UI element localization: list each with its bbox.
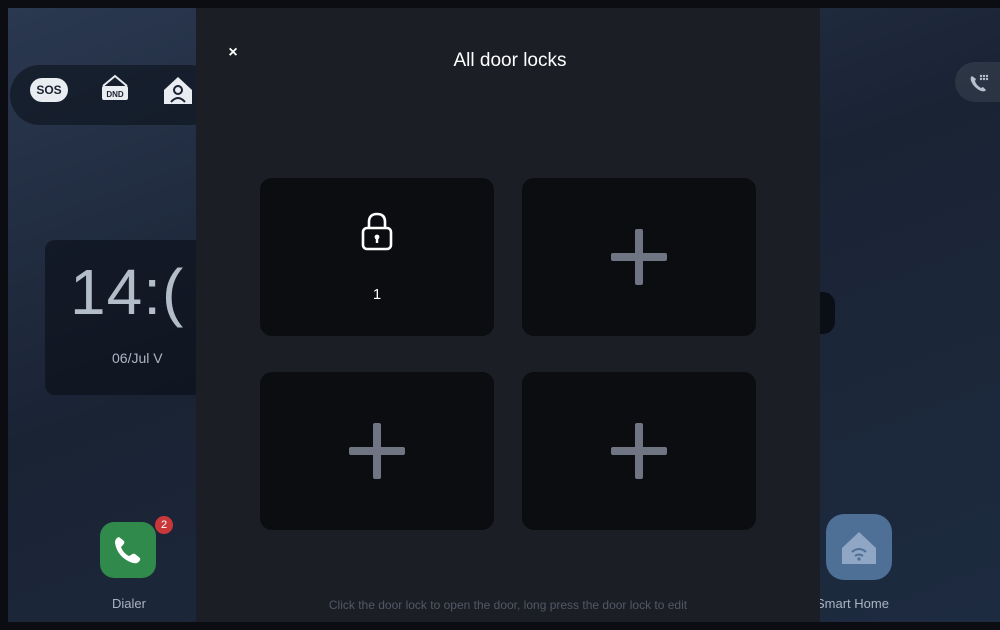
instruction-hint: Click the door lock to open the door, lo…	[328, 598, 688, 612]
dnd-icon[interactable]: DND	[98, 72, 132, 106]
add-door-lock-tile[interactable]	[260, 372, 494, 530]
phone-icon	[115, 537, 141, 564]
add-door-lock-tile[interactable]	[522, 178, 756, 336]
add-door-lock-tile[interactable]	[522, 372, 756, 530]
clock-time: 14:(	[70, 256, 185, 328]
door-lock-tile-1[interactable]: 1	[260, 178, 494, 336]
smart-home-label: Smart Home	[816, 596, 889, 611]
dialer-app-icon[interactable]	[100, 522, 156, 578]
sos-button[interactable]: SOS	[30, 78, 68, 102]
lock-icon	[361, 212, 393, 251]
plus-icon	[611, 423, 667, 479]
svg-text:DND: DND	[106, 90, 124, 99]
close-icon[interactable]: ×	[222, 42, 244, 64]
dialer-label: Dialer	[112, 596, 146, 611]
smart-home-app-icon[interactable]	[826, 514, 892, 580]
smart-home-icon	[842, 532, 876, 564]
plus-icon	[349, 423, 405, 479]
notification-badge: 2	[155, 516, 173, 534]
clock-date: 06/Jul V	[112, 350, 163, 366]
dialog-title: All door locks	[453, 50, 567, 71]
door-lock-label: 1	[372, 286, 382, 303]
phone-keypad-icon	[970, 74, 989, 92]
home-contact-icon[interactable]	[160, 72, 196, 108]
plus-icon	[611, 229, 667, 285]
